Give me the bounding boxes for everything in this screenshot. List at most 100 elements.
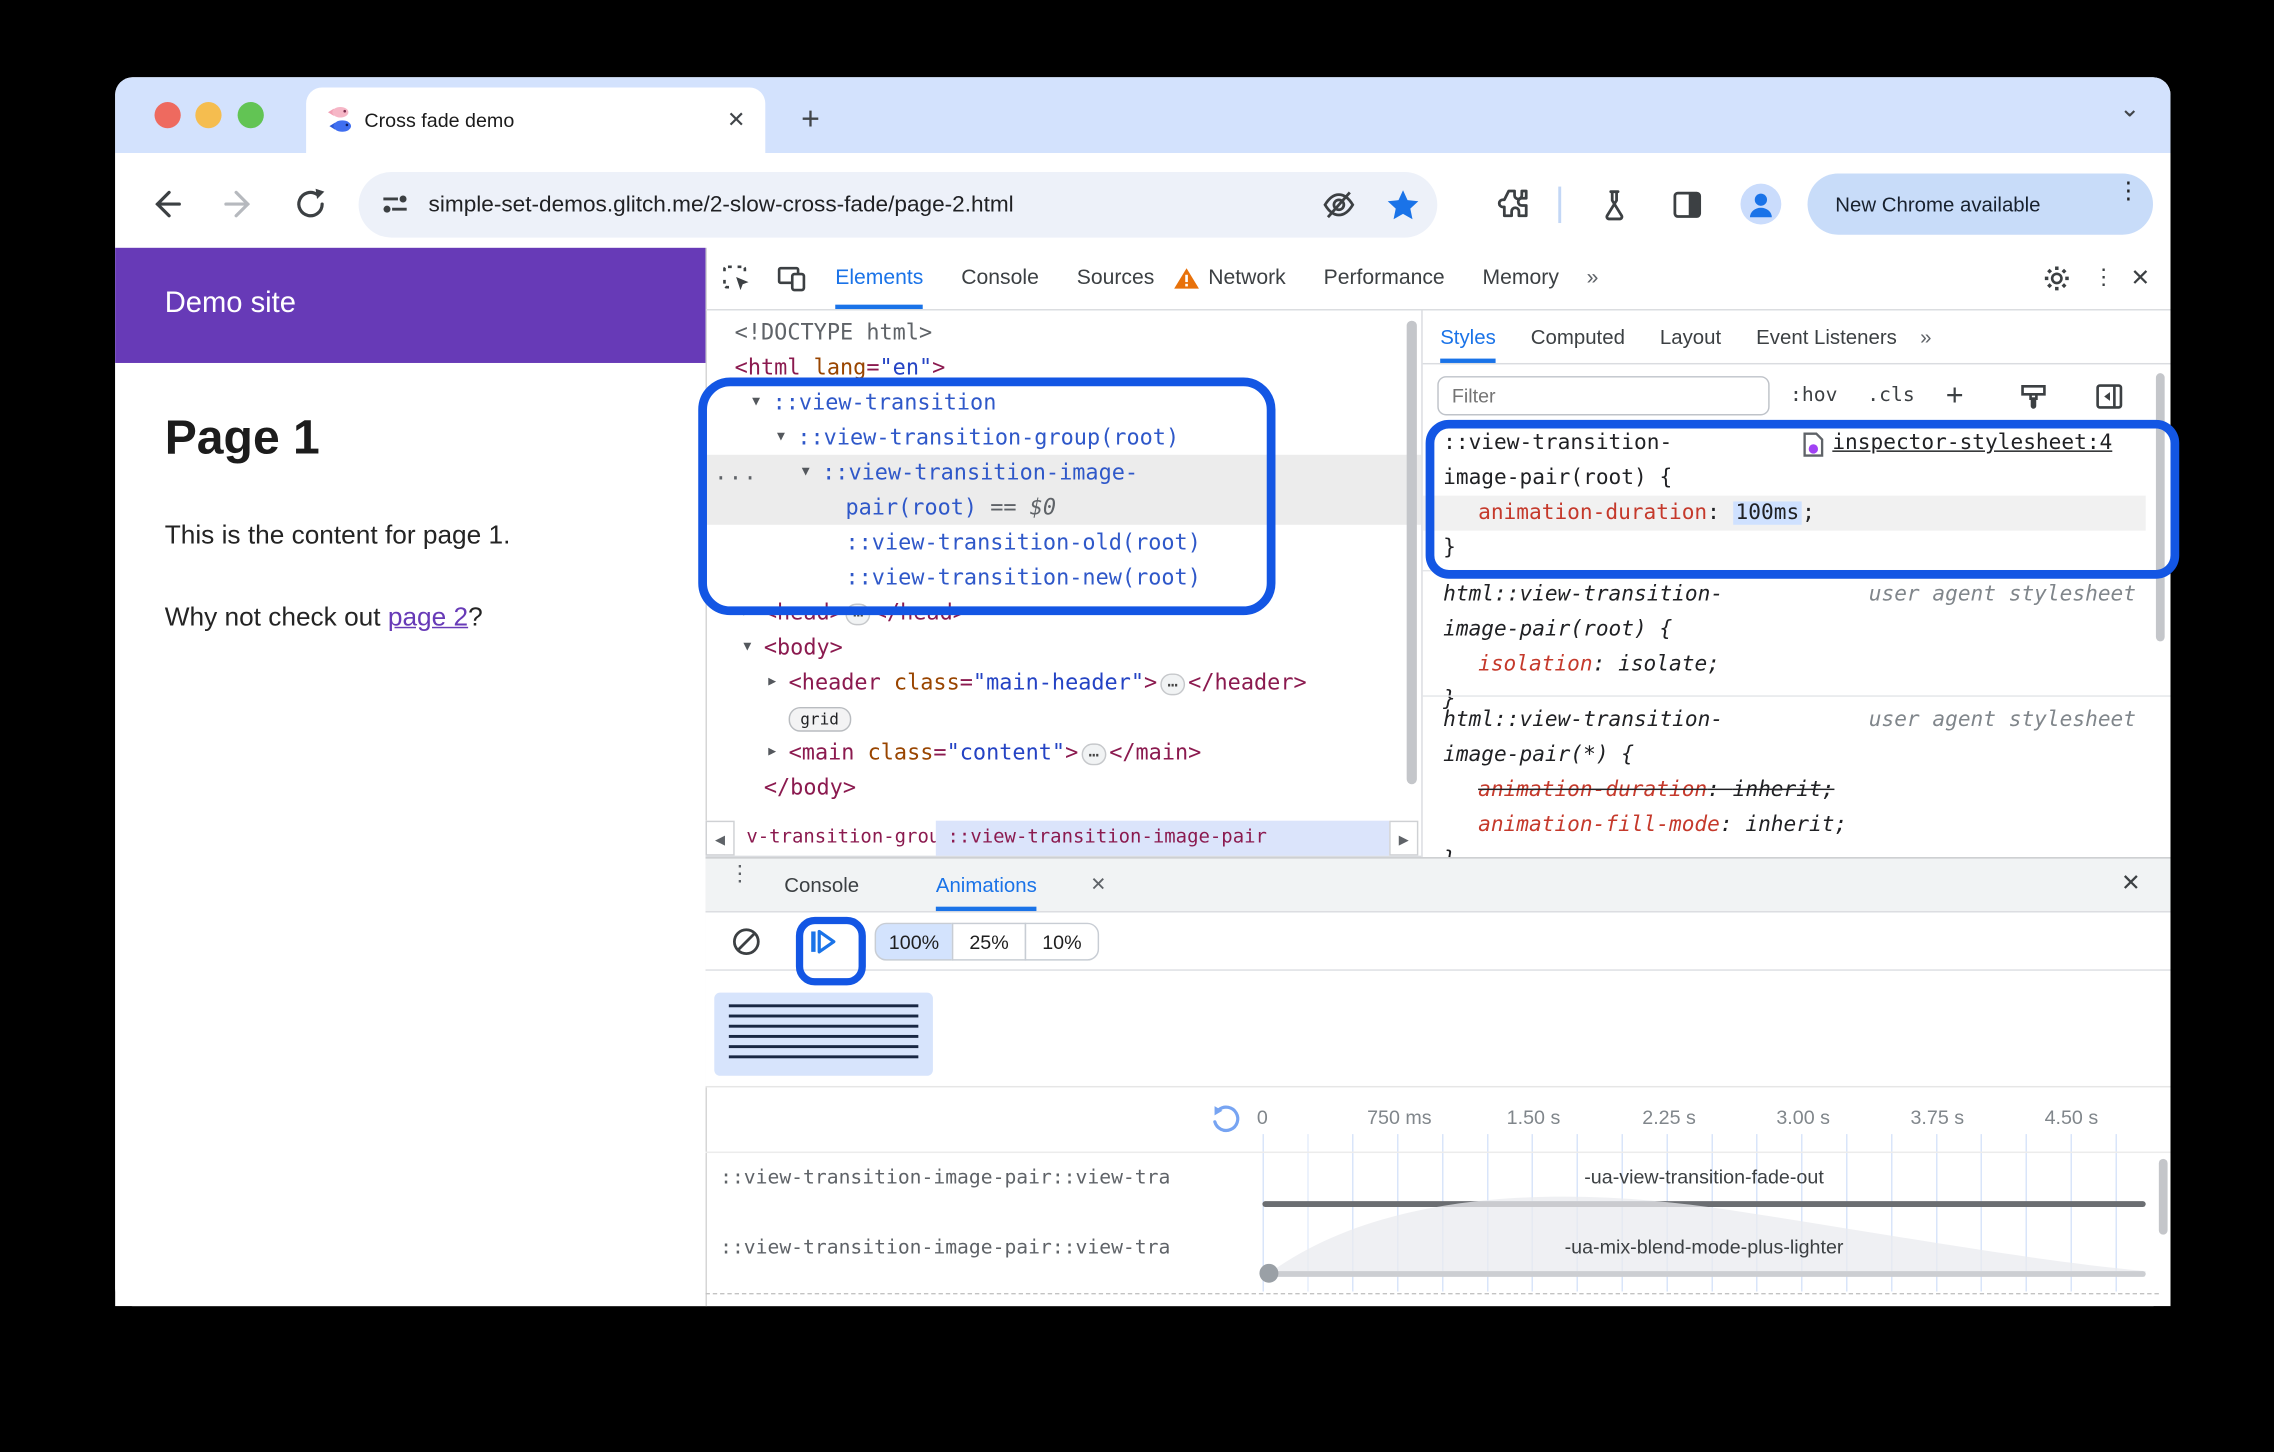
- dom-head[interactable]: ▶ <head>… </head>: [706, 595, 1422, 630]
- styles-filter-input[interactable]: [1437, 376, 1770, 416]
- more-tabs-icon[interactable]: »: [1587, 248, 1599, 309]
- traffic-minimize-button[interactable]: [195, 102, 222, 129]
- css-rule2-selector-line2[interactable]: image-pair(root) {: [1443, 612, 1672, 647]
- css-rule1-declaration[interactable]: animation-duration: 100ms;: [1478, 496, 1815, 531]
- dom-header-element[interactable]: ▶ <header class="main-header">… </header>: [706, 665, 1422, 700]
- dom-scrollbar[interactable]: [1406, 320, 1417, 785]
- devtools-settings-gear-icon[interactable]: [2040, 262, 2072, 294]
- animation-preview-thumbnail[interactable]: [714, 992, 933, 1076]
- dock-sidebar-icon[interactable]: [2093, 380, 2125, 412]
- dom-main-element[interactable]: ▶ <main class="content">… </main>: [706, 735, 1422, 770]
- anim-row1-selector[interactable]: ::view-transition-image-pair::view-tra: [720, 1163, 1262, 1192]
- tab-styles[interactable]: Styles: [1440, 310, 1496, 363]
- breadcrumb-scroll-left-icon[interactable]: ◀: [705, 820, 735, 856]
- inspect-element-icon[interactable]: [720, 262, 752, 294]
- rule-divider: [1422, 695, 2171, 697]
- grid-badge[interactable]: grid: [788, 706, 851, 732]
- speed-100-button[interactable]: 100%: [874, 922, 954, 961]
- new-style-rule-plus-icon[interactable]: +: [1939, 379, 1971, 414]
- tab-elements[interactable]: Elements: [835, 248, 924, 310]
- site-settings-icon[interactable]: [376, 185, 414, 223]
- dom-doctype[interactable]: <!DOCTYPE html>: [706, 315, 1422, 350]
- stylesheet-doc-icon: [1802, 431, 1825, 457]
- page-2-link[interactable]: page 2: [388, 602, 468, 631]
- toggle-hov[interactable]: :hov: [1790, 376, 1837, 415]
- device-toolbar-icon[interactable]: [775, 262, 807, 294]
- speed-25-button[interactable]: 25%: [951, 922, 1027, 961]
- breadcrumb-prev[interactable]: v-transition-group: [735, 821, 935, 856]
- dom-html-open[interactable]: <html lang="en">: [706, 350, 1422, 385]
- more-sidebar-tabs-icon[interactable]: »: [1920, 310, 1931, 362]
- anim-row2-bar[interactable]: [1262, 1271, 2146, 1277]
- devtools-close-icon[interactable]: ✕: [2131, 264, 2151, 293]
- bookmark-star-icon[interactable]: [1385, 187, 1421, 223]
- css-rule2-selector-line1[interactable]: html::view-transition-: [1443, 577, 1723, 612]
- dom-expander-icon[interactable]: …: [1160, 672, 1186, 696]
- dom-body-close[interactable]: </body>: [706, 770, 1422, 805]
- dom-view-transition-image-pair-line2[interactable]: pair(root) == $0: [706, 490, 1422, 525]
- css-rule3-selector-line2[interactable]: image-pair(*) {: [1443, 738, 1634, 773]
- tab-close-icon[interactable]: ✕: [720, 87, 752, 153]
- dom-view-transition-image-pair-line1[interactable]: ... ▼::view-transition-image-: [706, 455, 1422, 490]
- tab-event-listeners[interactable]: Event Listeners: [1756, 310, 1897, 362]
- css-rule1-selector-line2[interactable]: image-pair(root) {: [1443, 461, 1672, 496]
- dom-expander-icon[interactable]: …: [845, 602, 871, 626]
- clear-all-block-icon[interactable]: [730, 926, 762, 958]
- rendering-brush-icon[interactable]: [2017, 380, 2049, 412]
- css-value-selected[interactable]: 100ms: [1732, 501, 1803, 525]
- animations-scrollbar[interactable]: [2158, 1158, 2168, 1235]
- anim-row2-keyframe-dot[interactable]: [1259, 1263, 1279, 1283]
- breadcrumb-current[interactable]: ::view-transition-image-pair: [935, 820, 1390, 856]
- css-rule1-selector-line1[interactable]: ::view-transition-: [1443, 426, 1672, 461]
- eye-off-icon[interactable]: [1321, 187, 1357, 223]
- css-rule1-source-link[interactable]: inspector-stylesheet:4: [1832, 426, 2112, 461]
- dom-view-transition-group[interactable]: ▼::view-transition-group(root): [706, 420, 1422, 455]
- experiments-flask-icon[interactable]: [1596, 187, 1632, 223]
- drawer-close-icon[interactable]: ✕: [2121, 859, 2141, 911]
- replay-icon[interactable]: [1210, 1103, 1242, 1135]
- url-text[interactable]: simple-set-demos.glitch.me/2-slow-cross-…: [429, 172, 1014, 238]
- reload-icon[interactable]: [292, 185, 330, 223]
- breadcrumb-scroll-right-icon[interactable]: ▶: [1389, 820, 1419, 856]
- drawer-tab-console[interactable]: Console: [784, 859, 859, 911]
- tab-sources[interactable]: Sources: [1077, 248, 1155, 309]
- drawer-tab-close-icon[interactable]: ✕: [1090, 859, 1106, 911]
- forward-icon[interactable]: [222, 185, 260, 223]
- css-rule3-declaration[interactable]: animation-fill-mode: inherit;: [1478, 808, 1847, 843]
- css-rule2-declaration[interactable]: isolation: isolate;: [1478, 647, 1720, 682]
- tab-console[interactable]: Console: [961, 248, 1039, 309]
- traffic-zoom-button[interactable]: [237, 102, 264, 129]
- dom-view-transition-old[interactable]: ::view-transition-old(root): [706, 525, 1422, 560]
- styles-scrollbar[interactable]: [2155, 373, 2165, 642]
- update-chrome-button[interactable]: New Chrome available: [1807, 173, 2154, 235]
- dom-expander-icon[interactable]: …: [1081, 742, 1107, 766]
- devtools-menu-dots-icon[interactable]: ⋮: [2093, 267, 2115, 289]
- tab-computed[interactable]: Computed: [1531, 310, 1625, 362]
- dom-view-transition-new[interactable]: ::view-transition-new(root): [706, 560, 1422, 595]
- tab-network[interactable]: Network: [1208, 248, 1286, 309]
- profile-avatar[interactable]: [1740, 183, 1782, 225]
- tab-performance[interactable]: Performance: [1324, 248, 1445, 309]
- drawer-tab-animations[interactable]: Animations: [935, 859, 1037, 912]
- new-tab-icon[interactable]: +: [792, 85, 830, 155]
- pause-resume-icon[interactable]: [806, 926, 838, 958]
- dom-view-transition[interactable]: ▼::view-transition: [706, 385, 1422, 420]
- traffic-close-button[interactable]: [154, 102, 181, 129]
- drawer-menu-dots-icon[interactable]: ⋮: [729, 863, 751, 901]
- tab-layout[interactable]: Layout: [1660, 310, 1721, 362]
- tick-3-00s: 3.00 s: [1776, 1106, 1830, 1129]
- css-rule3-declaration-overridden[interactable]: animation-duration: inherit;: [1478, 773, 1834, 808]
- css-rule3-selector-line1[interactable]: html::view-transition-: [1443, 703, 1723, 738]
- back-icon[interactable]: [146, 185, 184, 223]
- tab-search-chevron-icon[interactable]: ⌄: [2108, 90, 2152, 134]
- anim-row2-selector[interactable]: ::view-transition-image-pair::view-tra: [720, 1233, 1262, 1262]
- tab-memory[interactable]: Memory: [1483, 248, 1559, 309]
- toggle-cls[interactable]: .cls: [1867, 376, 1914, 415]
- dom-body-open[interactable]: ▼ <body>: [706, 630, 1422, 665]
- tick-1-50s: 1.50 s: [1506, 1106, 1561, 1129]
- extensions-puzzle-icon[interactable]: [1494, 187, 1530, 223]
- browser-menu-dots-icon[interactable]: ⋮: [2117, 180, 2140, 223]
- speed-10-button[interactable]: 10%: [1024, 922, 1100, 961]
- site-header-label: Demo site: [164, 287, 296, 320]
- side-panel-icon[interactable]: [1669, 187, 1705, 223]
